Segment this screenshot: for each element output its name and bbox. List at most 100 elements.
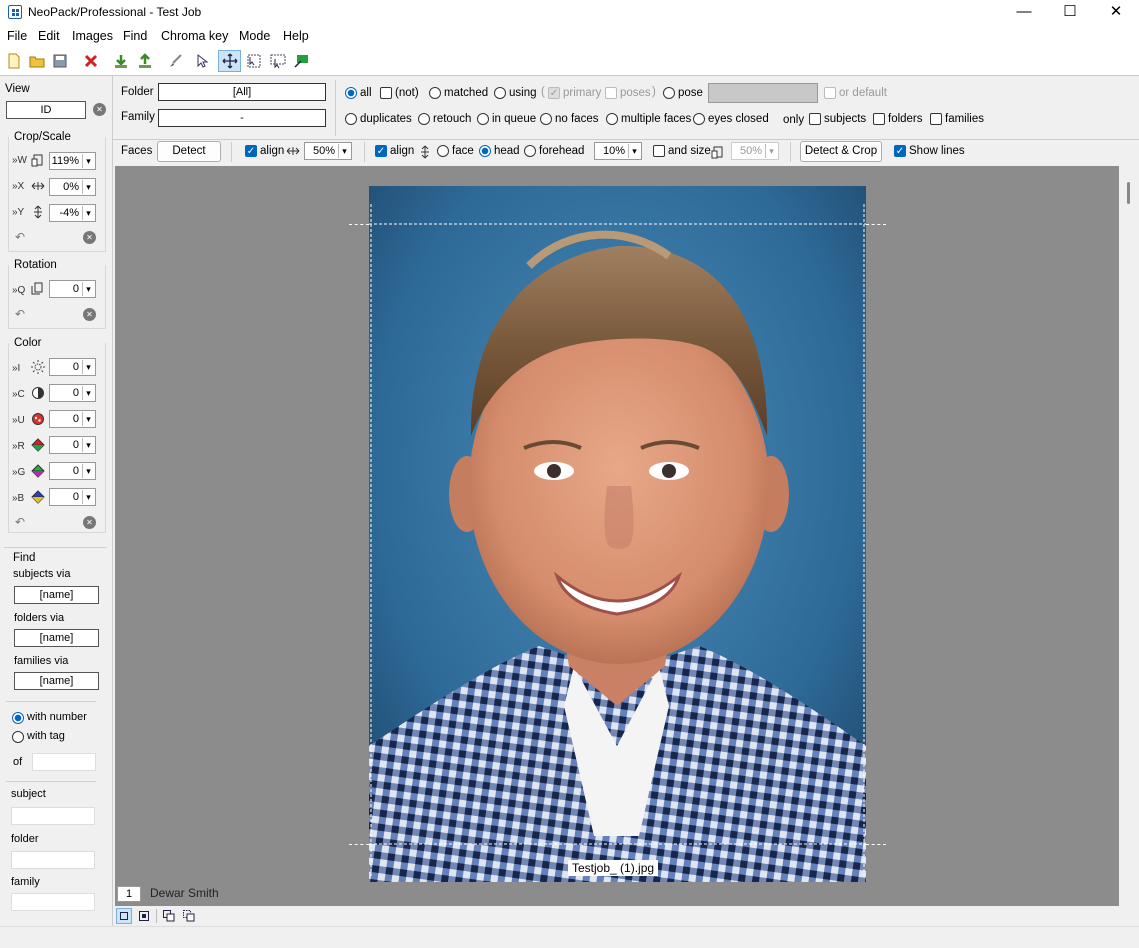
menu-mode[interactable]: Mode	[239, 29, 270, 43]
forehead-radio[interactable]	[524, 145, 536, 157]
multiple-faces-radio[interactable]	[606, 113, 618, 125]
duplicates-radio[interactable]	[345, 113, 357, 125]
primary-checkbox[interactable]: ✓	[548, 87, 560, 99]
families-via-input[interactable]: [name]	[14, 672, 99, 690]
or-default-checkbox[interactable]	[824, 87, 836, 99]
head-radio[interactable]	[479, 145, 491, 157]
crop-clear-icon[interactable]: ✕	[83, 231, 96, 244]
matched-radio[interactable]	[429, 87, 441, 99]
brush-icon[interactable]	[167, 53, 183, 69]
align-horizontal-pct[interactable]: 50%	[304, 142, 352, 160]
x-offset-spinner[interactable]: 0%	[49, 178, 96, 196]
save-icon[interactable]	[52, 53, 68, 69]
rotation-clear-icon[interactable]: ✕	[83, 308, 96, 321]
show-lines-checkbox[interactable]: ✓	[894, 145, 906, 157]
width-scale-icon	[31, 154, 43, 167]
multiple-faces-label: multiple faces	[621, 113, 692, 125]
color-clear-icon[interactable]: ✕	[83, 516, 96, 529]
in-queue-radio[interactable]	[477, 113, 489, 125]
vertical-scrollbar[interactable]	[1119, 166, 1139, 906]
vertical-align-pct[interactable]: 10%	[594, 142, 642, 160]
new-file-icon[interactable]	[6, 53, 22, 69]
folder-input[interactable]: [All]	[158, 83, 326, 101]
scroll-thumb[interactable]	[1127, 182, 1130, 204]
delete-icon[interactable]	[83, 53, 99, 69]
view-input[interactable]: ID	[6, 101, 86, 119]
color-undo-icon[interactable]: ↶	[15, 516, 27, 528]
with-number-label: with number	[27, 711, 87, 723]
open-folder-icon[interactable]	[29, 53, 45, 69]
blue-spinner[interactable]: 0	[49, 488, 96, 506]
pose-input[interactable]	[708, 83, 818, 103]
detect-crop-button[interactable]: Detect & Crop	[800, 141, 882, 162]
subjects-via-input[interactable]: [name]	[14, 586, 99, 604]
minimize-button[interactable]: —	[1001, 0, 1047, 25]
with-number-radio[interactable]	[12, 712, 24, 724]
divider	[4, 547, 107, 548]
crop-select-icon[interactable]	[246, 53, 262, 69]
align-horizontal-checkbox[interactable]: ✓	[245, 145, 257, 157]
folders-via-input[interactable]: [name]	[14, 629, 99, 647]
import-icon[interactable]	[113, 53, 129, 69]
rotation-spinner[interactable]: 0	[49, 280, 96, 298]
align-vertical-checkbox[interactable]: ✓	[375, 145, 387, 157]
intensity-spinner[interactable]: 0	[49, 358, 96, 376]
detect-button[interactable]: Detect	[157, 141, 221, 162]
width-spinner[interactable]: 119%	[49, 152, 96, 170]
grid-view-icon[interactable]	[139, 911, 149, 921]
and-size-checkbox[interactable]	[653, 145, 665, 157]
copy-view-icon[interactable]	[163, 910, 175, 922]
contrast-spinner[interactable]: 0	[49, 384, 96, 402]
no-faces-radio[interactable]	[540, 113, 552, 125]
export-icon[interactable]	[137, 53, 153, 69]
in-queue-label: in queue	[492, 113, 537, 125]
red-label: »R	[12, 441, 25, 452]
eyes-closed-radio[interactable]	[693, 113, 705, 125]
saturation-spinner[interactable]: 0	[49, 410, 96, 428]
subjects-checkbox[interactable]	[809, 113, 821, 125]
menu-help[interactable]: Help	[283, 29, 309, 43]
y-offset-spinner[interactable]: -4%	[49, 204, 96, 222]
not-checkbox[interactable]	[380, 87, 392, 99]
compare-view-icon[interactable]	[183, 910, 195, 922]
folders-checkbox[interactable]	[873, 113, 885, 125]
red-spinner[interactable]: 0	[49, 436, 96, 454]
with-tag-radio[interactable]	[12, 731, 24, 743]
using-radio[interactable]	[494, 87, 506, 99]
close-button[interactable]: ✕	[1093, 0, 1139, 25]
families-checkbox[interactable]	[930, 113, 942, 125]
red-channel-icon	[31, 438, 45, 452]
family-input[interactable]: -	[158, 109, 326, 127]
crop-undo-icon[interactable]: ↶	[15, 231, 27, 243]
pose-radio[interactable]	[663, 87, 675, 99]
subject-input[interactable]	[11, 807, 95, 825]
pointer-icon[interactable]	[194, 53, 210, 69]
menu-images[interactable]: Images	[72, 29, 113, 43]
maximize-button[interactable]: ☐	[1047, 0, 1093, 25]
view-clear-icon[interactable]: ✕	[93, 103, 106, 116]
size-icon	[711, 146, 723, 159]
menu-edit[interactable]: Edit	[38, 29, 60, 43]
menu-file[interactable]: File	[7, 29, 27, 43]
rotation-undo-icon[interactable]: ↶	[15, 308, 27, 320]
green-spinner[interactable]: 0	[49, 462, 96, 480]
portrait-photo[interactable]	[369, 186, 866, 882]
face-radio[interactable]	[437, 145, 449, 157]
of-input[interactable]	[32, 753, 96, 771]
menu-find[interactable]: Find	[123, 29, 147, 43]
family-input[interactable]	[11, 893, 95, 911]
families-via-label: families via	[14, 655, 69, 667]
menu-chroma-key[interactable]: Chroma key	[161, 29, 228, 43]
all-radio[interactable]	[345, 87, 357, 99]
title-bar: NeoPack/Professional - Test Job — ☐ ✕	[0, 0, 1139, 25]
find-title: Find	[13, 552, 36, 564]
filename-label: Testjob_ (1).jpg	[568, 860, 659, 876]
move-icon[interactable]	[222, 53, 238, 69]
folder-label: Folder	[121, 86, 154, 98]
region-select-icon[interactable]	[270, 53, 286, 69]
folder-input[interactable]	[11, 851, 95, 869]
size-pct[interactable]: 50%	[731, 142, 779, 160]
retouch-radio[interactable]	[418, 113, 430, 125]
poses-checkbox[interactable]	[605, 87, 617, 99]
green-flag-icon[interactable]	[293, 53, 309, 69]
